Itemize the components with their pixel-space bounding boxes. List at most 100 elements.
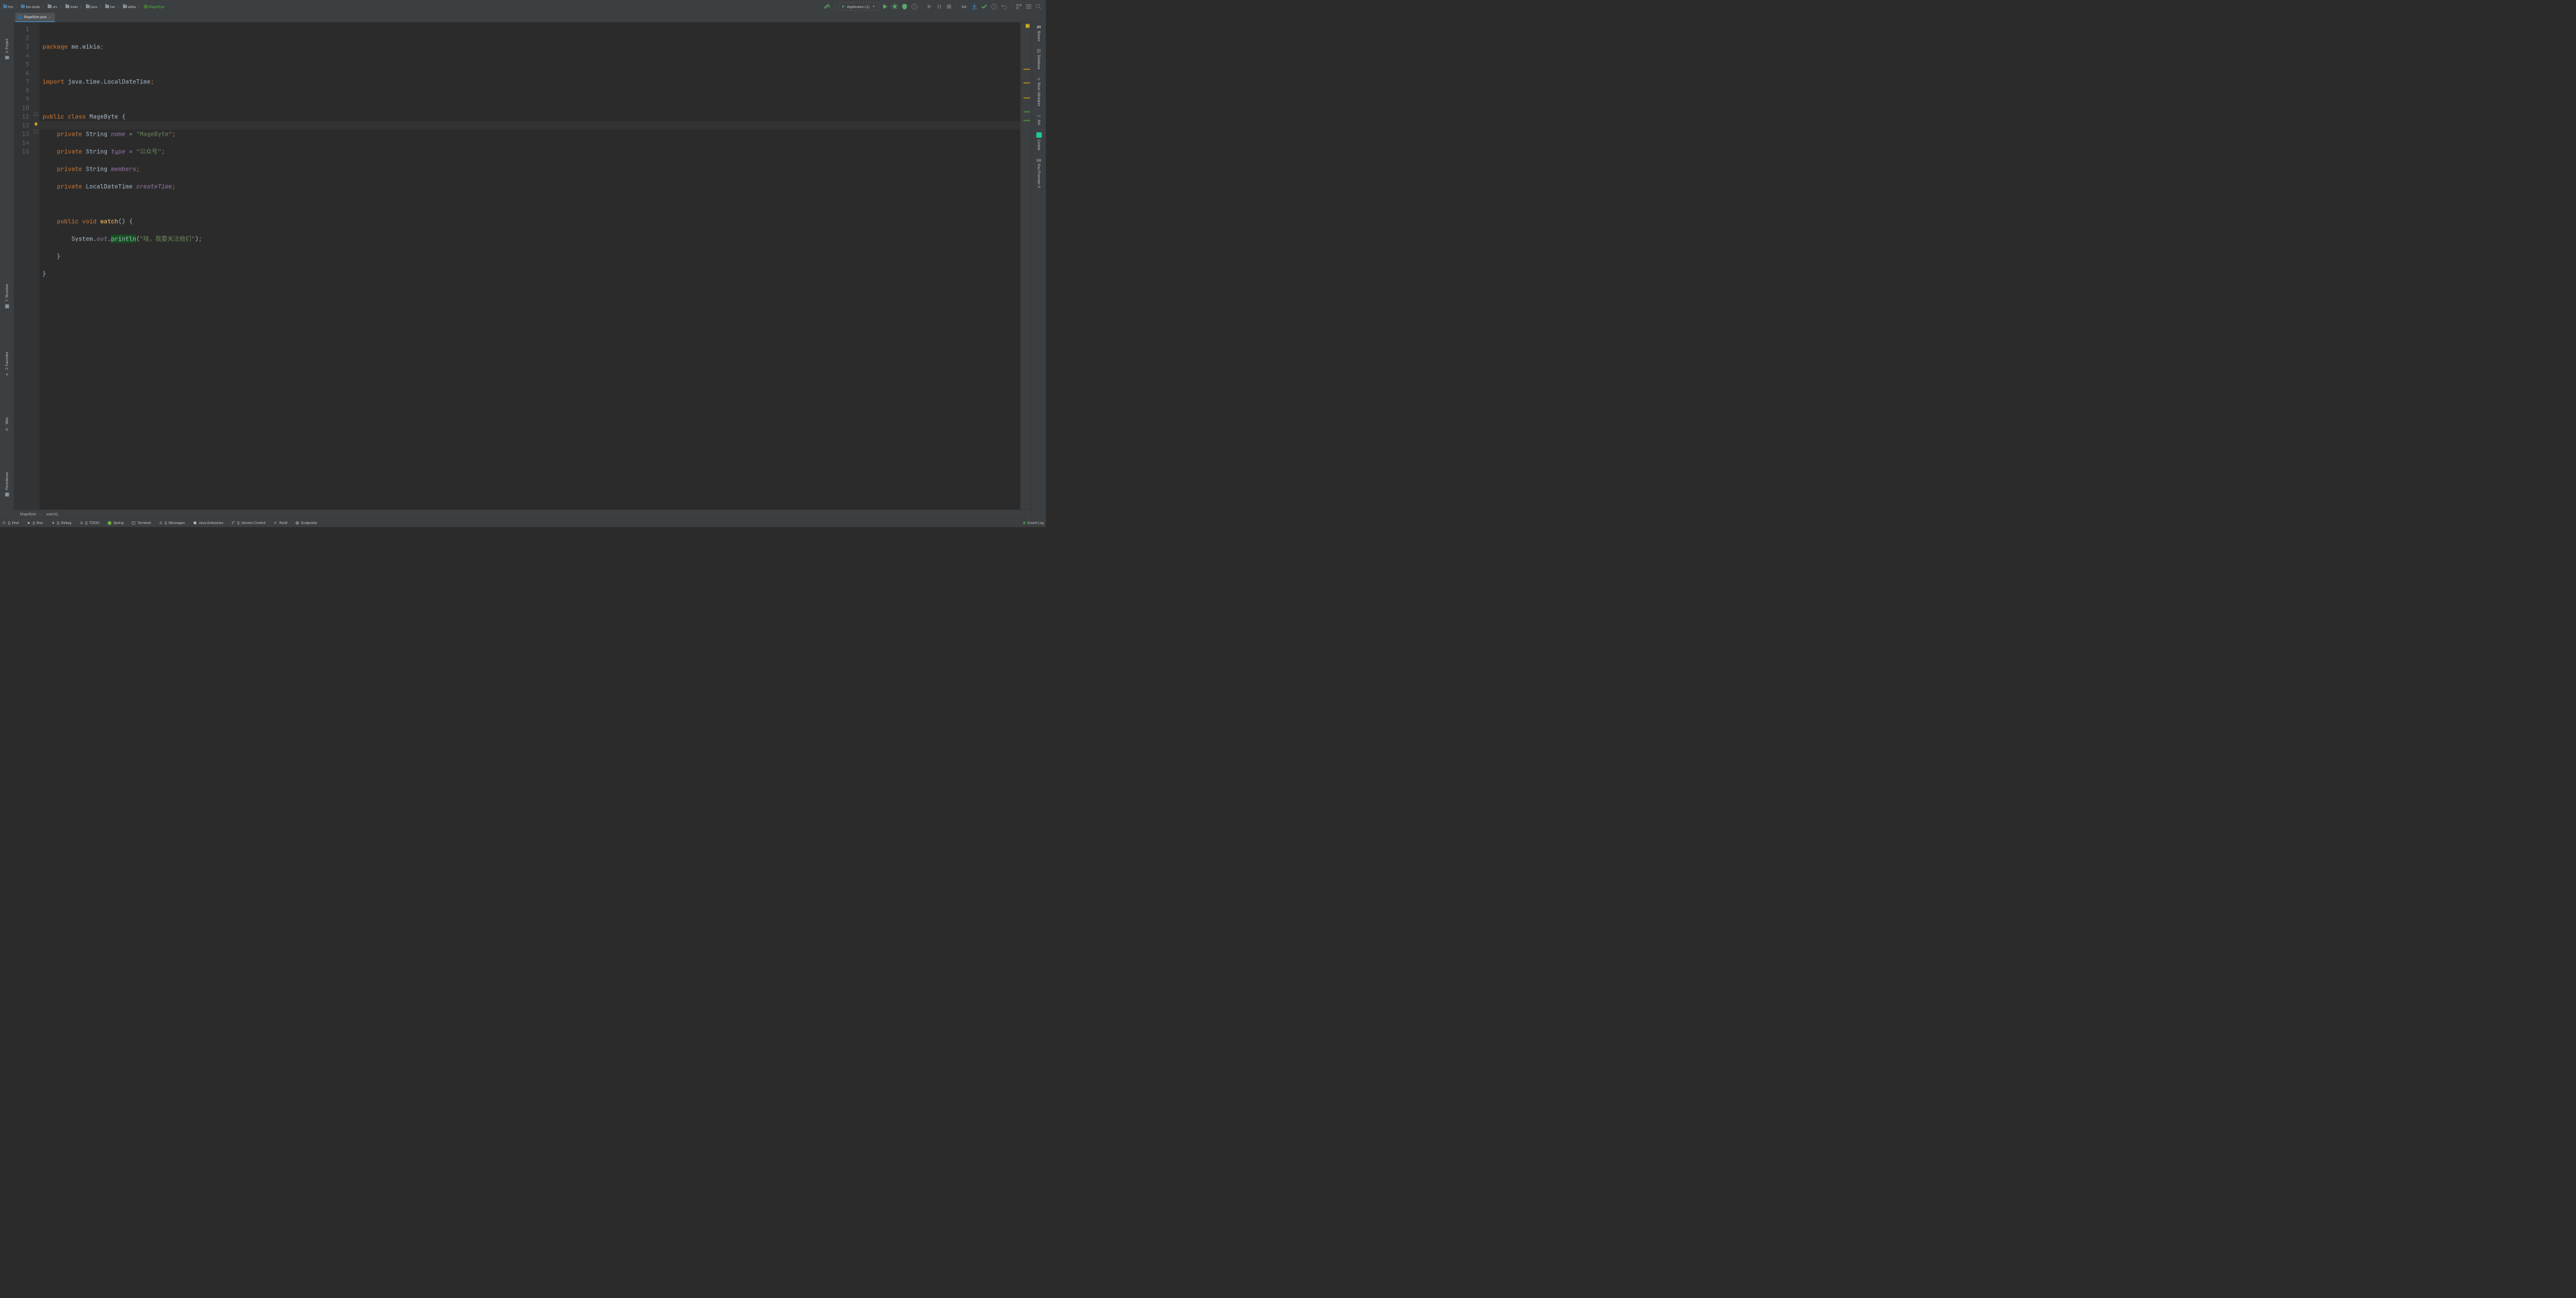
key-promoter-icon: ⌨ xyxy=(1036,158,1041,162)
tab-todo[interactable]: 6: TODO xyxy=(79,521,99,525)
list-icon xyxy=(79,521,83,525)
stop-button[interactable] xyxy=(946,3,953,10)
tool-codota[interactable]: Codota xyxy=(1036,132,1042,150)
folder-icon xyxy=(123,5,127,8)
hammer-build-icon[interactable] xyxy=(824,3,831,10)
globe-icon: ◍ xyxy=(5,427,8,431)
tab-terminal[interactable]: Terminal xyxy=(132,521,150,525)
toolbar-right: Application (1) ▼ Git: xyxy=(824,3,1046,11)
crumb-wikia[interactable]: wikia xyxy=(122,5,136,9)
ant-icon: 🐜 xyxy=(1036,114,1040,118)
run-icon xyxy=(27,521,31,525)
fold-icon[interactable]: – xyxy=(34,112,38,116)
bean-icon: ⚙ xyxy=(1037,77,1040,81)
codota-icon xyxy=(1036,132,1042,138)
tab-build[interactable]: Build xyxy=(273,521,287,525)
enterprise-icon xyxy=(193,521,197,525)
tab-label: MageByte.java xyxy=(24,15,47,19)
crumb-magebyte[interactable]: CMageByte xyxy=(143,5,165,9)
folder-icon xyxy=(86,5,90,8)
breadcrumbs-bottom: MageByte 〉 watch() xyxy=(14,509,1032,518)
tool-persistence[interactable]: Persistence xyxy=(5,472,9,490)
tab-run[interactable]: 4: Run xyxy=(27,521,43,525)
database-icon: 🗄 xyxy=(1036,49,1040,53)
tool-favorites[interactable]: 2: Favorites xyxy=(5,352,9,370)
crumb-me[interactable]: me xyxy=(105,5,116,9)
crumb-method[interactable]: watch() xyxy=(46,512,58,516)
right-tool-stripe: mMaven 🗄Database ⚙Bean Validation 🐜Ant C… xyxy=(1032,22,1046,518)
gutter: – – xyxy=(34,22,40,509)
crumb-foo[interactable]: foo xyxy=(3,5,13,9)
git-label: Git: xyxy=(961,5,968,9)
class-icon: C xyxy=(18,15,22,19)
tool-project[interactable]: 1: Project xyxy=(5,39,9,53)
pause-icon[interactable] xyxy=(936,3,943,10)
tool-maven[interactable]: mMaven xyxy=(1037,25,1041,42)
module-icon xyxy=(3,5,7,8)
bug-icon xyxy=(51,521,55,525)
breadcrumbs: foo〉 foo-dudu〉 src〉 main〉 java〉 me〉 wiki… xyxy=(0,4,824,9)
run-attached-icon[interactable] xyxy=(926,3,933,10)
editor-tabs: C MageByte.java × xyxy=(0,13,1046,22)
tab-spring[interactable]: ⬤Spring xyxy=(107,521,124,525)
intention-bulb-icon[interactable] xyxy=(34,120,38,125)
debug-button[interactable] xyxy=(891,3,899,10)
git-pull-icon[interactable] xyxy=(971,3,978,10)
crumb-src[interactable]: src xyxy=(47,5,58,9)
tool-bean-validation[interactable]: ⚙Bean Validation xyxy=(1037,77,1041,107)
event-log-indicator xyxy=(1023,521,1026,524)
run-icon xyxy=(842,5,844,8)
star-icon: ★ xyxy=(5,372,9,376)
module-icon xyxy=(21,5,25,8)
line-numbers: 123456789101112131415 xyxy=(14,22,33,509)
navigation-bar: foo〉 foo-dudu〉 src〉 main〉 java〉 me〉 wiki… xyxy=(0,0,1046,13)
fold-icon[interactable]: – xyxy=(34,130,38,134)
search-icon xyxy=(2,521,6,525)
chevron-down-icon: ▼ xyxy=(873,5,875,8)
globe-icon xyxy=(296,521,300,525)
crumb-main[interactable]: main xyxy=(65,5,79,9)
tool-key-promoter[interactable]: ⌨Key Promoter X xyxy=(1036,158,1041,187)
crumb-foo-dudu[interactable]: foo-dudu xyxy=(20,5,40,9)
hammer-icon xyxy=(273,521,277,525)
folder-icon xyxy=(105,5,109,8)
analysis-indicator[interactable] xyxy=(1026,24,1030,28)
crumb-java[interactable]: java xyxy=(85,5,98,9)
search-everywhere-icon[interactable] xyxy=(1035,3,1042,10)
tab-messages[interactable]: 0: Messages xyxy=(159,521,185,525)
profile-button[interactable] xyxy=(911,3,918,10)
run-config-selector[interactable]: Application (1) ▼ xyxy=(839,3,879,11)
project-structure-icon[interactable] xyxy=(1016,3,1023,10)
editor-stripe[interactable] xyxy=(1020,22,1032,509)
spring-icon: ⬤ xyxy=(107,521,112,525)
tool-database[interactable]: 🗄Database xyxy=(1036,49,1040,69)
tab-java-enterprise[interactable]: Java Enterprise xyxy=(193,521,223,525)
crumb-class[interactable]: MageByte xyxy=(20,512,36,516)
folder-icon xyxy=(65,5,69,8)
tool-ant[interactable]: 🐜Ant xyxy=(1036,114,1040,125)
messages-icon xyxy=(159,521,163,525)
git-history-icon[interactable] xyxy=(991,3,998,10)
tool-structure[interactable]: 7: Structure xyxy=(5,284,9,302)
close-icon[interactable]: × xyxy=(49,15,51,19)
maven-icon: m xyxy=(1037,25,1041,30)
git-rollback-icon[interactable] xyxy=(1000,3,1008,10)
tab-event-log[interactable]: Event Log xyxy=(1023,521,1044,525)
left-tool-stripe: 1: Project 7: Structure 2: Favorites ★ W… xyxy=(0,22,14,518)
ide-settings-icon[interactable] xyxy=(1025,3,1032,10)
project-icon xyxy=(5,56,9,59)
tab-endpoints[interactable]: Endpoints xyxy=(296,521,317,525)
tab-debug[interactable]: 5: Debug xyxy=(51,521,71,525)
code-editor[interactable]: 123456789101112131415 – – package me.wik… xyxy=(14,22,1032,509)
tab-magebyte[interactable]: C MageByte.java × xyxy=(15,13,55,22)
run-button[interactable] xyxy=(881,3,889,10)
tool-web[interactable]: Web xyxy=(5,417,9,424)
git-commit-icon[interactable] xyxy=(981,3,988,10)
tab-version-control[interactable]: 9: Version Control xyxy=(232,521,265,525)
code-content[interactable]: package me.wikia; import java.time.Local… xyxy=(39,22,1020,509)
class-icon: C xyxy=(144,5,148,9)
tab-find[interactable]: 3: Find xyxy=(2,521,19,525)
folder-icon xyxy=(48,5,52,8)
structure-icon xyxy=(5,304,9,308)
coverage-button[interactable] xyxy=(901,3,908,10)
